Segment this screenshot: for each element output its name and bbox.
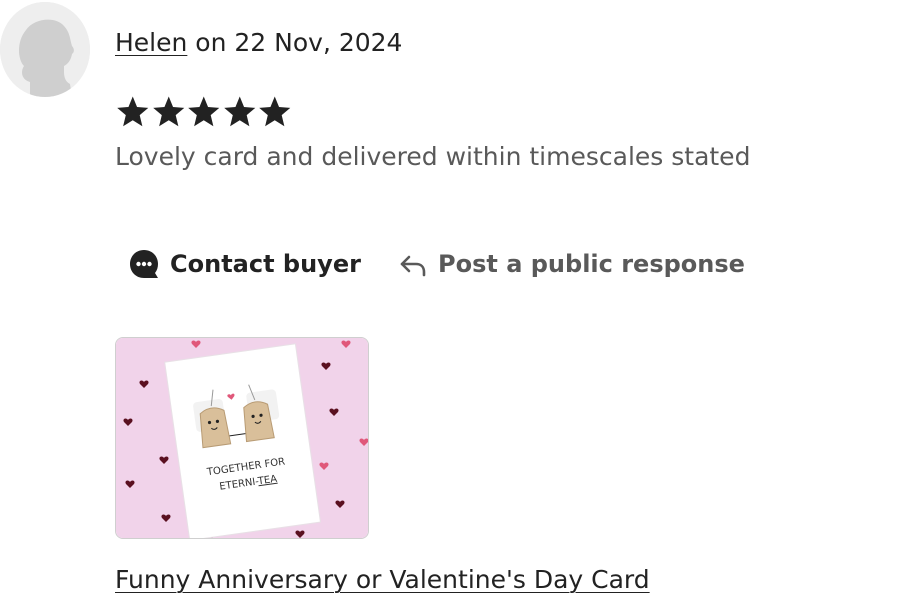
listing-image[interactable]: TOGETHER FOR ETERNI-TEA — [115, 337, 369, 539]
listing-title-link[interactable]: Funny Anniversary or Valentine's Day Car… — [115, 563, 650, 597]
contact-buyer-button[interactable]: Contact buyer — [128, 246, 361, 282]
review-meta: Helen on 22 Nov, 2024 — [115, 26, 402, 60]
star-icon — [152, 96, 184, 127]
review-date: on 22 Nov, 2024 — [187, 28, 403, 57]
star-rating — [115, 94, 293, 130]
contact-buyer-label: Contact buyer — [170, 250, 361, 278]
avatar[interactable] — [0, 2, 90, 97]
star-icon — [117, 96, 149, 127]
reply-arrow-icon — [400, 255, 426, 277]
post-public-response-button[interactable]: Post a public response — [398, 246, 745, 282]
chat-bubble-icon — [130, 250, 158, 278]
star-icon — [259, 96, 291, 127]
user-avatar-icon — [0, 2, 90, 97]
listing-image-graphic: TOGETHER FOR ETERNI-TEA — [116, 338, 368, 538]
review-text: Lovely card and delivered within timesca… — [115, 142, 751, 171]
star-icon — [223, 96, 255, 127]
greeting-card: TOGETHER FOR ETERNI-TEA — [164, 343, 322, 538]
star-icon — [188, 96, 220, 127]
post-public-response-label: Post a public response — [438, 250, 745, 278]
author-link[interactable]: Helen — [115, 28, 187, 57]
